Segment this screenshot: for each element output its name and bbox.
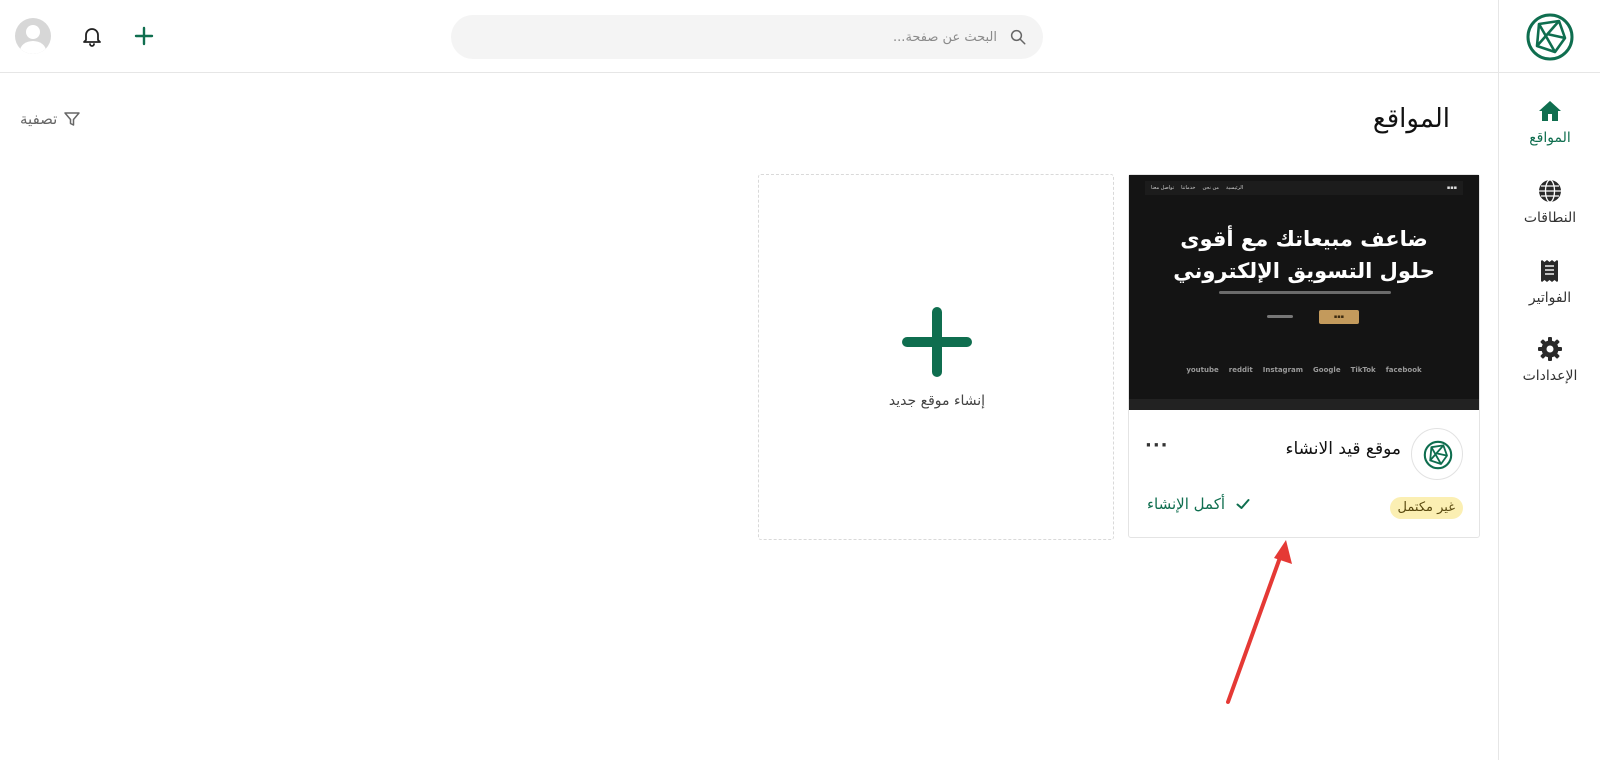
site-card[interactable]: ▪▪▪ الرئيسية من نحن خدماتنا تواصل معنا ض… — [1128, 174, 1480, 538]
thumbnail-hero-button: ▪▪▪ — [1319, 310, 1359, 324]
receipt-icon — [1541, 260, 1558, 282]
brand-logo: reddit — [1228, 366, 1253, 374]
sidebar-item-sites[interactable]: المواقع — [1499, 98, 1600, 146]
search-bar — [451, 15, 1043, 59]
search-input[interactable] — [451, 15, 1043, 59]
create-site-card[interactable]: إنشاء موقع جديد — [758, 174, 1114, 540]
brand-logo: Instagram — [1262, 366, 1304, 374]
thumbnail-footer — [1129, 399, 1479, 410]
site-name: موقع قيد الانشاء — [1285, 439, 1401, 459]
top-bar — [0, 0, 1498, 73]
brand-logo: youtube — [1186, 366, 1219, 374]
create-site-label: إنشاء موقع جديد — [888, 393, 986, 409]
thumbnail-nav-link: من نحن — [1202, 185, 1219, 191]
more-options-button[interactable]: ··· — [1145, 435, 1169, 456]
brand-logo: Google — [1313, 366, 1341, 374]
sidebar-item-settings[interactable]: الإعدادات — [1499, 336, 1600, 384]
sidebar-item-label: الإعدادات — [1522, 368, 1578, 384]
user-avatar[interactable] — [15, 18, 51, 54]
sidebar: المواقع النطاقات الفواتير الإعدادات — [1498, 0, 1600, 760]
thumbnail-hero-subtitle — [1219, 291, 1391, 294]
filter-button[interactable]: تصفية — [20, 110, 81, 128]
thumbnail-nav: ▪▪▪ الرئيسية من نحن خدماتنا تواصل معنا — [1145, 181, 1463, 195]
thumbnail-hero-link — [1267, 315, 1293, 318]
site-logo — [1411, 428, 1463, 480]
plus-icon[interactable] — [132, 24, 156, 48]
check-icon — [1236, 499, 1250, 509]
sidebar-item-label: المواقع — [1529, 130, 1571, 146]
annotation-arrow — [1226, 540, 1292, 704]
complete-setup-label: أكمل الإنشاء — [1147, 495, 1226, 513]
globe-icon — [1539, 179, 1561, 203]
brand-logo: facebook — [1385, 366, 1422, 374]
app-logo[interactable] — [1525, 12, 1575, 62]
plus-icon — [902, 307, 972, 377]
brand-logo: TikTok — [1350, 366, 1376, 374]
search-icon — [1010, 29, 1026, 45]
sidebar-item-invoices[interactable]: الفواتير — [1499, 258, 1600, 306]
avatar-icon — [20, 25, 46, 54]
thumbnail-nav-link: الرئيسية — [1225, 185, 1244, 191]
complete-setup-link[interactable]: أكمل الإنشاء — [1147, 495, 1251, 513]
sidebar-divider — [1499, 72, 1600, 73]
sidebar-item-label: الفواتير — [1528, 290, 1572, 306]
thumbnail-brand: ▪▪▪ — [1446, 185, 1457, 191]
bell-icon[interactable] — [80, 24, 104, 48]
site-thumbnail[interactable]: ▪▪▪ الرئيسية من نحن خدماتنا تواصل معنا ض… — [1129, 175, 1479, 410]
sidebar-item-domains[interactable]: النطاقات — [1499, 178, 1600, 226]
home-icon — [1539, 101, 1561, 121]
status-badge: غير مكتمل — [1389, 497, 1463, 519]
filter-icon — [64, 112, 81, 126]
thumbnail-nav-link: تواصل معنا — [1151, 185, 1175, 191]
filter-label: تصفية — [20, 110, 58, 128]
site-logo-icon — [1423, 440, 1453, 470]
thumbnail-hero-line-1: ضاعف مبيعاتك مع أقوى — [1180, 227, 1428, 251]
thumbnail-brand-logos: youtube reddit Instagram Google TikTok f… — [1129, 366, 1479, 374]
page-title: المواقع — [1372, 104, 1450, 134]
thumbnail-hero-line-2: حلول التسويق الإلكتروني — [1173, 259, 1435, 283]
sidebar-item-label: النطاقات — [1523, 210, 1577, 226]
gear-icon — [1538, 337, 1562, 361]
thumbnail-nav-link: خدماتنا — [1181, 185, 1196, 191]
